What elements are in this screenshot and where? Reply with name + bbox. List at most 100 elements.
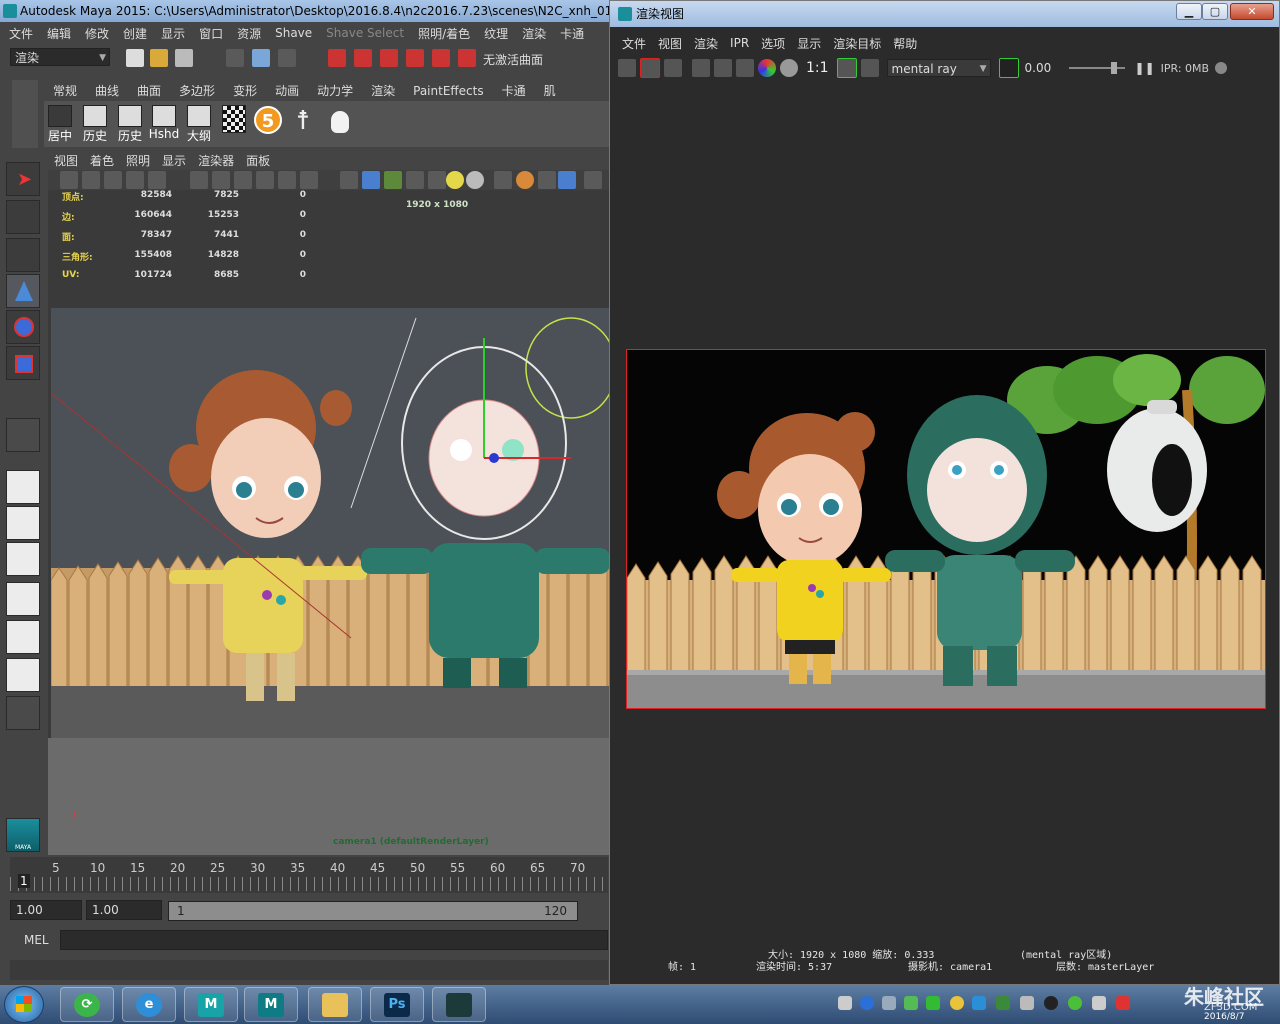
shelf-tab-painteffects[interactable]: PaintEffects — [404, 81, 492, 101]
safe-action-icon[interactable] — [278, 171, 296, 189]
shelf-tab-polygons[interactable]: 多边形 — [170, 81, 224, 101]
playback-start-field[interactable]: 1.00 — [86, 900, 162, 920]
vp-menu-panels[interactable]: 面板 — [240, 152, 276, 169]
shelf-handle[interactable] — [12, 80, 38, 148]
select-hierarchy-icon[interactable] — [226, 49, 244, 67]
menu-shave-select[interactable]: Shave Select — [319, 26, 411, 40]
layout-outliner-icon[interactable] — [6, 542, 40, 576]
shelf-tab-deformation[interactable]: 变形 — [224, 81, 266, 101]
exposure-slider[interactable] — [1068, 62, 1125, 74]
shelf-tab-general[interactable]: 常规 — [44, 81, 86, 101]
shelf-skeleton-button[interactable]: ☨ — [287, 105, 319, 141]
checker-shade-icon[interactable] — [428, 171, 446, 189]
camera-select-icon[interactable] — [60, 171, 78, 189]
real-size-button[interactable]: 1:1 — [806, 60, 829, 76]
slider-handle[interactable] — [1110, 62, 1117, 74]
snapshot-icon[interactable] — [664, 59, 682, 77]
taskbar-app-explorer[interactable] — [308, 987, 362, 1022]
smooth-shade-icon[interactable] — [362, 171, 380, 189]
vp-menu-lighting[interactable]: 照明 — [120, 152, 156, 169]
refresh-ipr-icon[interactable] — [714, 59, 732, 77]
layout-graph-icon[interactable] — [6, 582, 40, 616]
start-time-field[interactable]: 1.00 — [10, 900, 82, 920]
ipr-render-icon[interactable] — [692, 59, 710, 77]
vp-menu-view[interactable]: 视图 — [48, 152, 84, 169]
wechat-tray-icon[interactable] — [1068, 996, 1082, 1010]
lasso-tool-icon[interactable] — [6, 200, 40, 234]
update-tray-icon[interactable] — [972, 996, 986, 1010]
layout-menu-icon[interactable] — [6, 696, 40, 730]
safe-title-icon[interactable] — [300, 171, 318, 189]
grease-pencil-icon[interactable] — [148, 171, 166, 189]
save-scene-icon[interactable] — [175, 49, 193, 67]
rv-menu-render[interactable]: 渲染 — [688, 35, 724, 52]
paint-select-tool-icon[interactable] — [6, 238, 40, 272]
snap-curve-icon[interactable] — [354, 49, 372, 67]
menu-texturing[interactable]: 纹理 — [477, 25, 515, 42]
isolate-select-icon[interactable] — [584, 171, 602, 189]
display-tray-icon[interactable] — [996, 996, 1010, 1010]
shelf-skull-button[interactable] — [324, 105, 356, 141]
gate-mask-icon[interactable] — [234, 171, 252, 189]
menu-file[interactable]: 文件 — [2, 25, 40, 42]
textured-icon[interactable] — [406, 171, 424, 189]
shelf-tab-surfaces[interactable]: 曲面 — [128, 81, 170, 101]
menu-edit[interactable]: 编辑 — [40, 25, 78, 42]
rv-menu-ipr[interactable]: IPR — [724, 36, 755, 50]
redo-render-icon[interactable] — [618, 59, 636, 77]
image-plane-icon[interactable] — [126, 171, 144, 189]
shelf-tab-muscle[interactable]: 肌 — [535, 81, 565, 101]
menu-toon[interactable]: 卡通 — [553, 25, 591, 42]
antialias-icon[interactable] — [558, 171, 576, 189]
camera-attr-icon[interactable] — [82, 171, 100, 189]
shelf-checker-button[interactable] — [218, 105, 250, 141]
new-scene-icon[interactable] — [126, 49, 144, 67]
rv-menu-view[interactable]: 视图 — [652, 35, 688, 52]
menu-assets[interactable]: 资源 — [230, 25, 268, 42]
field-chart-icon[interactable] — [256, 171, 274, 189]
renderer-dropdown[interactable]: mental ray ▼ — [886, 59, 991, 77]
open-scene-icon[interactable] — [150, 49, 168, 67]
menu-display[interactable]: 显示 — [154, 25, 192, 42]
start-button[interactable] — [4, 986, 44, 1023]
security-tray-icon[interactable] — [926, 996, 940, 1010]
rv-menu-display[interactable]: 显示 — [791, 35, 827, 52]
close-tray-icon[interactable] — [1116, 996, 1130, 1010]
exposure-icon[interactable] — [998, 58, 1019, 78]
pause-icon[interactable]: ❚❚ — [1135, 61, 1155, 75]
menu-shave[interactable]: Shave — [268, 26, 319, 40]
motion-blur-icon[interactable] — [538, 171, 556, 189]
current-frame-marker[interactable]: 1 — [18, 874, 30, 888]
qq-tray-icon[interactable] — [1044, 996, 1058, 1010]
shelf-tab-curves[interactable]: 曲线 — [86, 81, 128, 101]
shelf-hypershade-button[interactable]: Hshd — [148, 105, 180, 141]
wireframe-icon[interactable] — [340, 171, 358, 189]
remove-image-icon[interactable] — [860, 59, 879, 77]
shadows-icon[interactable] — [494, 171, 512, 189]
bookmark-icon[interactable] — [104, 171, 122, 189]
vp-menu-show[interactable]: 显示 — [156, 152, 192, 169]
shelf-tab-rendering[interactable]: 渲染 — [362, 81, 404, 101]
shelf-tab-toon[interactable]: 卡通 — [493, 81, 535, 101]
taskbar-app-maya-2[interactable]: M — [244, 987, 298, 1022]
shelf-history-button-2[interactable]: 历史 — [114, 105, 146, 143]
shelf-badge-button[interactable]: 5 — [252, 105, 284, 141]
resolution-gate-icon[interactable] — [212, 171, 230, 189]
layout-four-pane-icon[interactable] — [6, 506, 40, 540]
select-tool-icon[interactable]: ➤ — [6, 162, 40, 196]
scale-tool-icon[interactable] — [6, 346, 40, 380]
mode-select-dropdown[interactable]: 渲染 ▼ — [10, 48, 110, 66]
taskbar-app-photoshop[interactable]: Ps — [370, 987, 424, 1022]
select-object-icon[interactable] — [252, 49, 270, 67]
keyboard-tray-icon[interactable] — [838, 996, 852, 1010]
last-tool-icon[interactable] — [6, 418, 40, 452]
render-settings-icon[interactable] — [736, 59, 754, 77]
rv-menu-render-target[interactable]: 渲染目标 — [827, 35, 887, 52]
volume-tray-icon[interactable] — [1020, 996, 1034, 1010]
menu-modify[interactable]: 修改 — [78, 25, 116, 42]
shelf-outliner-button[interactable]: 大纲 — [183, 105, 215, 143]
snap-view-icon[interactable] — [406, 49, 424, 67]
taskbar-app-ie[interactable]: e — [122, 987, 176, 1022]
shelf-tab-animation[interactable]: 动画 — [266, 81, 308, 101]
use-all-lights-icon[interactable] — [446, 171, 464, 189]
